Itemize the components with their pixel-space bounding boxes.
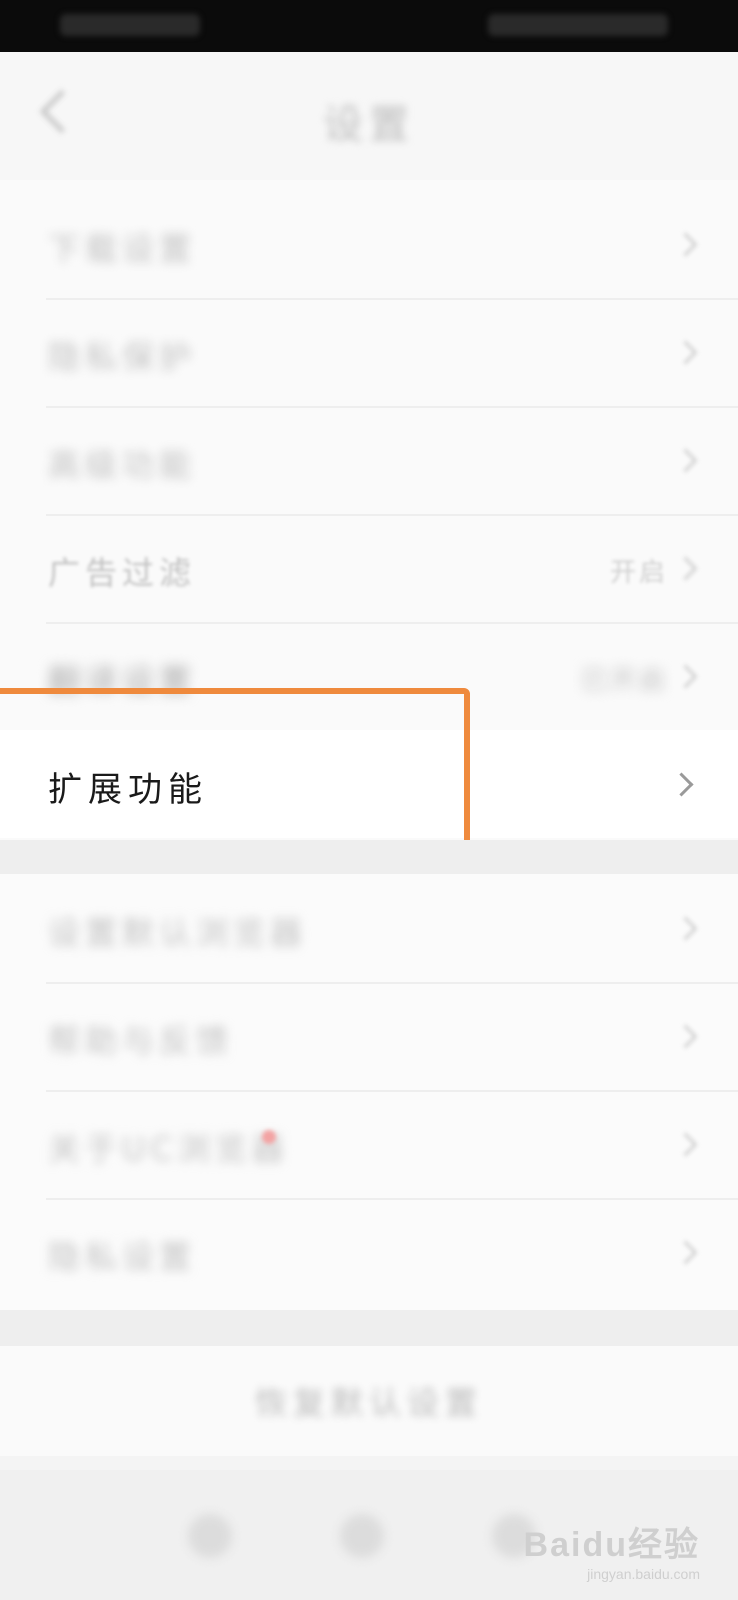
nav-back-icon[interactable]	[188, 1514, 232, 1558]
chevron-right-icon	[669, 772, 694, 797]
chevron-right-icon	[673, 340, 698, 365]
chevron-right-icon	[673, 556, 698, 581]
settings-row-label: 隐私保护	[48, 338, 197, 376]
highlight-annotation	[0, 688, 470, 848]
settings-row-value: 开启	[609, 558, 668, 588]
chevron-right-icon	[673, 1024, 698, 1049]
settings-row-download[interactable]: 下载设置	[0, 190, 738, 298]
settings-row-value: 已开启	[580, 666, 668, 696]
chevron-right-icon	[673, 448, 698, 473]
settings-row-label: 关于UC浏览器	[48, 1130, 289, 1168]
settings-row-label: 高级功能	[48, 446, 197, 484]
watermark: Baidu经验 jingyan.baidu.com	[524, 1517, 700, 1582]
chevron-right-icon	[673, 232, 698, 257]
settings-row-default-browser[interactable]: 设置默认浏览器	[0, 874, 738, 982]
section-separator	[0, 1310, 738, 1346]
section-separator	[0, 840, 738, 874]
chevron-right-icon	[673, 1132, 698, 1157]
notification-dot-icon	[262, 1130, 276, 1144]
reset-area: 恢复默认设置	[0, 1346, 738, 1456]
settings-row-privacy-settings[interactable]: 隐私设置	[0, 1198, 738, 1306]
settings-row-label: 设置默认浏览器	[48, 914, 308, 952]
settings-row-label: 帮助与反馈	[48, 1022, 234, 1060]
settings-row-about[interactable]: 关于UC浏览器	[0, 1090, 738, 1198]
settings-row-privacy[interactable]: 隐私保护	[0, 298, 738, 406]
reset-defaults-button[interactable]: 恢复默认设置	[0, 1378, 738, 1424]
chevron-right-icon	[673, 916, 698, 941]
settings-row-label: 隐私设置	[48, 1238, 197, 1276]
page-title: 设置	[323, 102, 415, 148]
status-bar	[0, 0, 738, 52]
settings-row-label: 广告过滤	[48, 554, 197, 592]
settings-row-advanced[interactable]: 高级功能	[0, 406, 738, 514]
status-bar-carrier	[60, 14, 200, 36]
system-nav-bar: Baidu经验 jingyan.baidu.com	[0, 1470, 738, 1600]
watermark-site: jingyan.baidu.com	[587, 1566, 700, 1582]
chevron-right-icon	[673, 664, 698, 689]
watermark-brand: Baidu经验	[523, 1526, 700, 1564]
settings-list-secondary: 设置默认浏览器 帮助与反馈 关于UC浏览器 隐私设置	[0, 874, 738, 1310]
chevron-right-icon	[673, 1240, 698, 1265]
settings-row-help[interactable]: 帮助与反馈	[0, 982, 738, 1090]
nav-home-icon[interactable]	[340, 1514, 384, 1558]
status-bar-indicators	[488, 14, 668, 36]
settings-row-ad-filter[interactable]: 广告过滤 开启	[0, 514, 738, 622]
settings-row-label: 下载设置	[48, 230, 197, 268]
